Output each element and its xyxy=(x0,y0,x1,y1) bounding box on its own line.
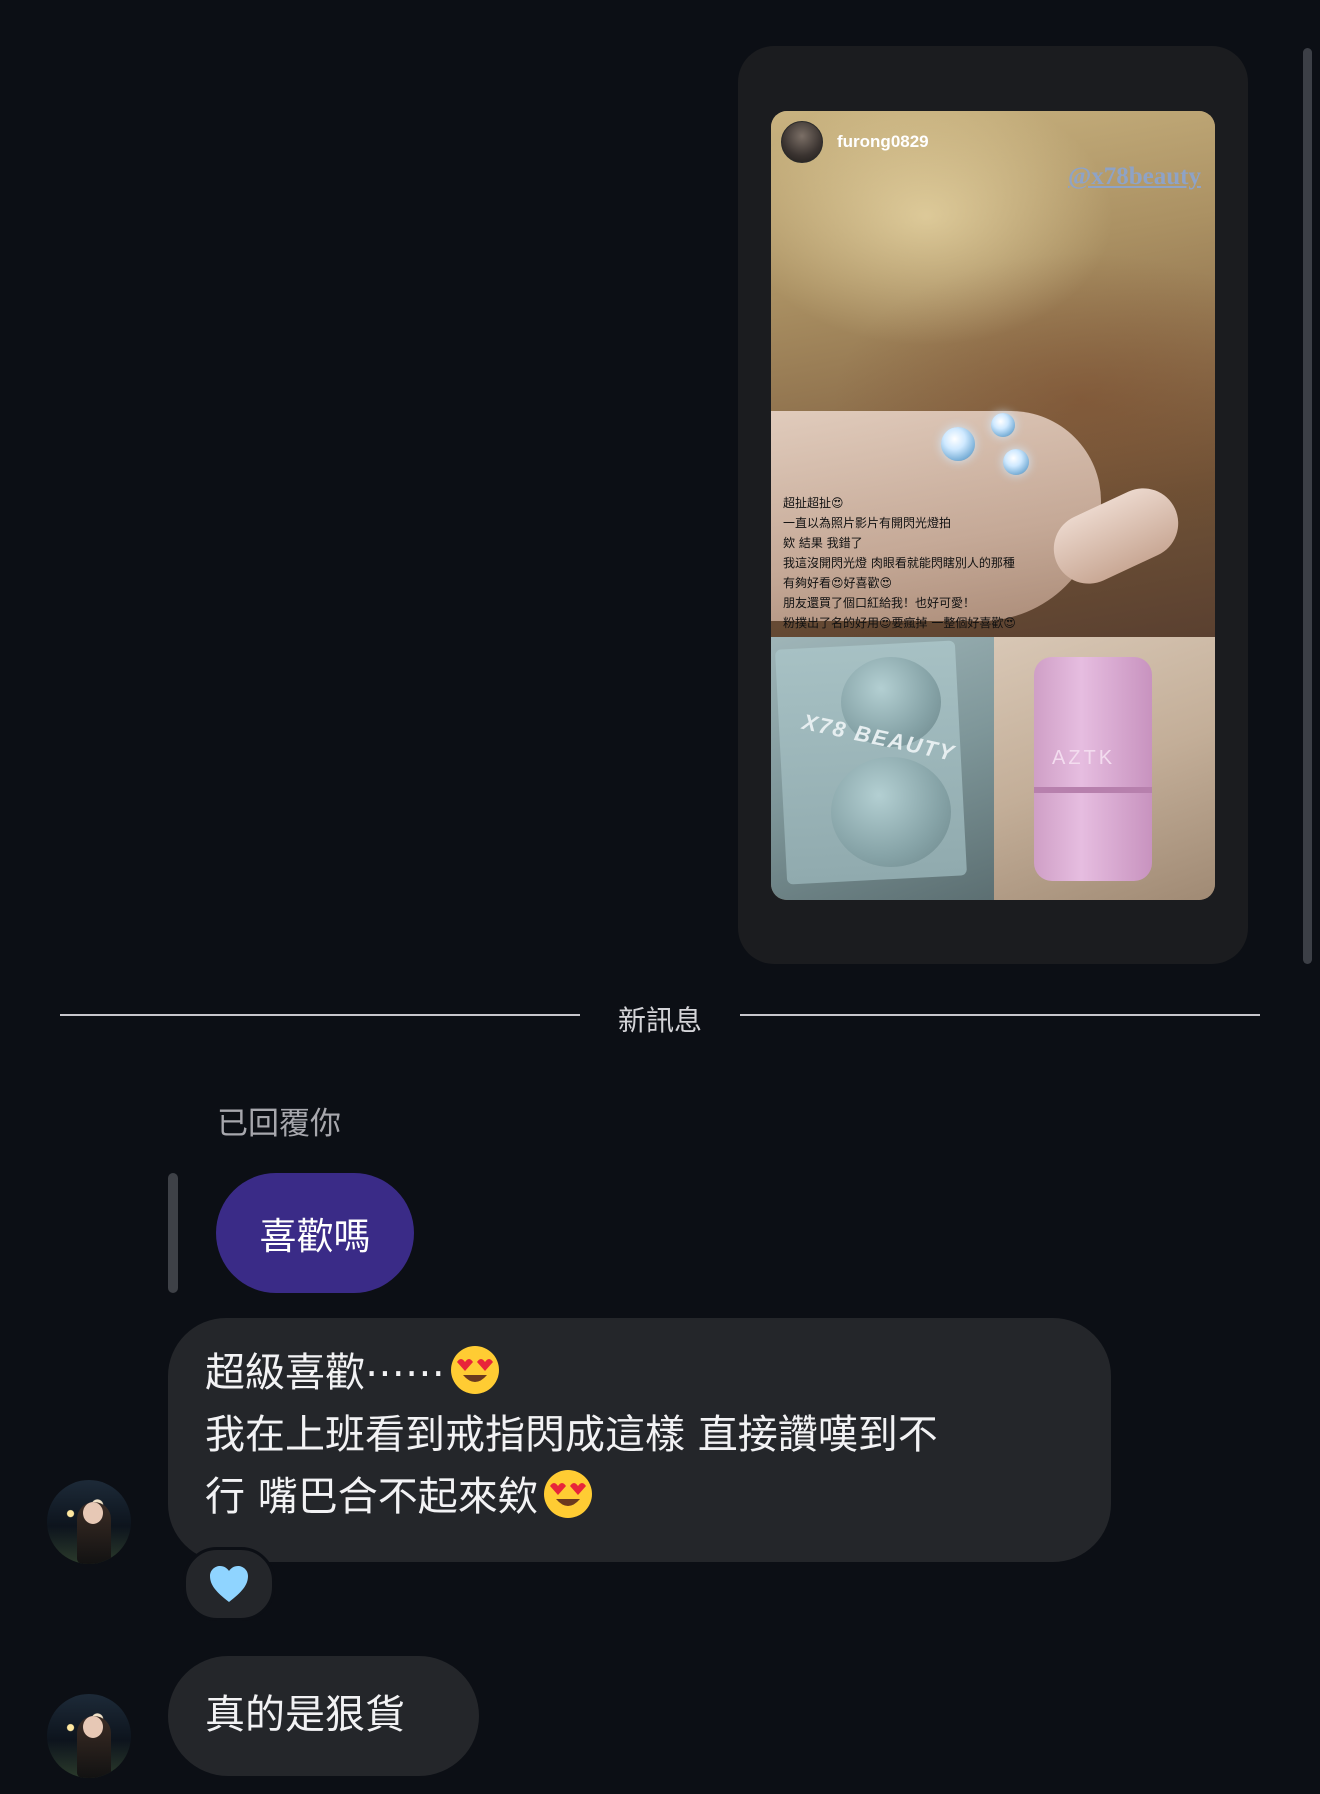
heart-eyes-emoji-icon xyxy=(543,1470,592,1518)
message-bubble[interactable]: 超級喜歡⋯⋯ 我在上班看到戒指閃成這樣 直接讚嘆到不 行 嘴巴合不起來欸 xyxy=(168,1318,1111,1562)
story-caption: 超扯超扯😍 一直以為照片影片有開閃光燈拍 欸 結果 我錯了 我這沒開閃光燈 肉眼… xyxy=(783,496,1016,630)
ring-gem xyxy=(1003,449,1029,475)
new-messages-divider: 新訊息 xyxy=(60,995,1260,1037)
shared-story-card[interactable]: furong0829 @x78beauty 超扯超扯😍 一直以為照片影片有開閃光… xyxy=(738,46,1248,964)
ring-gem xyxy=(941,427,975,461)
product-brand-print: AZTK xyxy=(1052,747,1116,769)
sender-avatar[interactable] xyxy=(47,1480,131,1564)
replied-to-you-label: 已回覆你 xyxy=(217,1106,341,1142)
story-header: furong0829 xyxy=(781,121,929,163)
message-bubble[interactable]: 真的是狠貨 xyxy=(168,1656,479,1776)
puff-product-photo: X78 BEAUTY xyxy=(771,637,994,900)
story-author-avatar[interactable] xyxy=(781,121,823,163)
reply-quote-bar xyxy=(168,1173,178,1293)
message-reaction[interactable] xyxy=(183,1547,275,1621)
story-preview[interactable]: furong0829 @x78beauty 超扯超扯😍 一直以為照片影片有開閃光… xyxy=(771,111,1215,900)
story-username[interactable]: furong0829 xyxy=(837,132,929,152)
heart-eyes-emoji-icon xyxy=(451,1346,499,1394)
quoted-message-bubble[interactable]: 喜歡嗎 xyxy=(216,1173,414,1293)
scrollbar[interactable] xyxy=(1303,48,1312,964)
lipstick-product-photo: AZTK xyxy=(994,637,1215,900)
message-text: 真的是狠貨 xyxy=(205,1692,405,1738)
light-blue-heart-icon xyxy=(210,1566,248,1602)
sender-avatar[interactable] xyxy=(47,1694,131,1778)
mention-tag[interactable]: @x78beauty xyxy=(1068,163,1201,191)
message-text: 超級喜歡⋯⋯ 我在上班看到戒指閃成這樣 直接讚嘆到不 行 嘴巴合不起來欸 xyxy=(205,1342,1085,1528)
new-messages-label: 新訊息 xyxy=(617,1004,702,1037)
ring-gem xyxy=(991,413,1015,437)
